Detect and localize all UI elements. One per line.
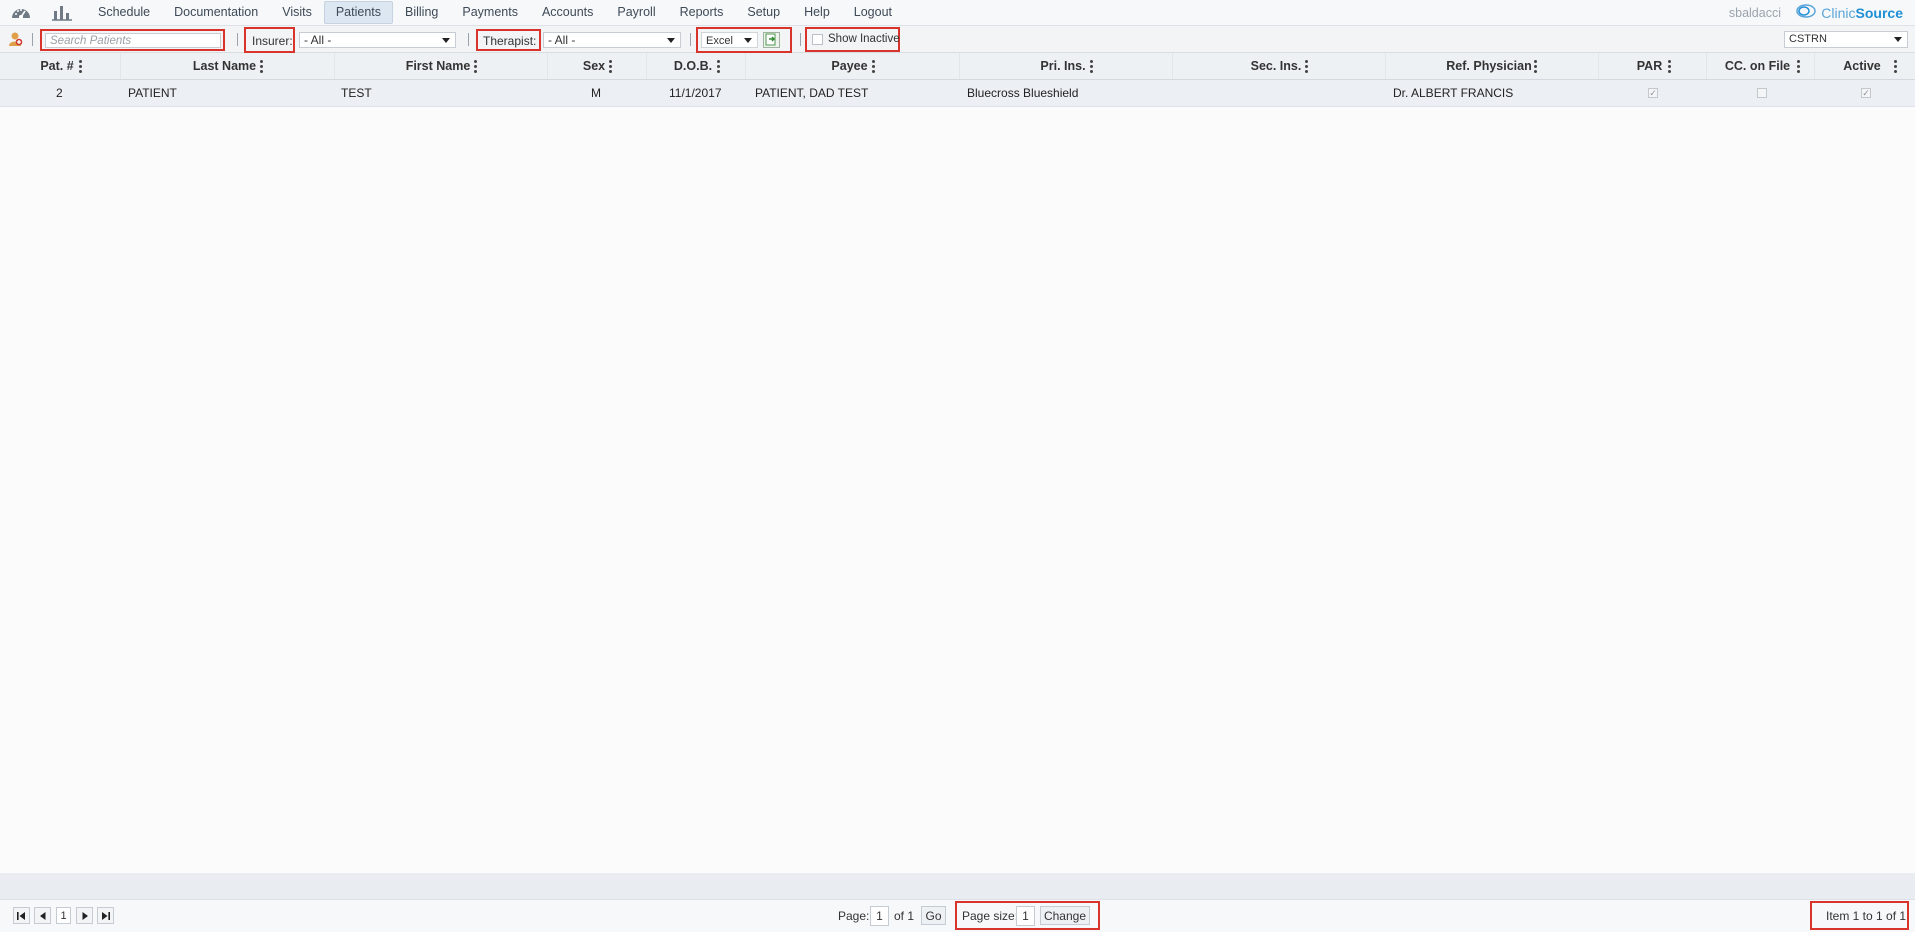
main-menu: Schedule Documentation Visits Patients B… xyxy=(86,0,904,25)
cell-first-name: TEST xyxy=(341,86,372,100)
cell-dob: 11/1/2017 xyxy=(669,86,722,100)
top-menu-bar: Schedule Documentation Visits Patients B… xyxy=(0,0,1915,26)
show-inactive-checkbox[interactable] xyxy=(812,34,823,45)
column-header-first-name[interactable]: First Name xyxy=(335,53,548,79)
bar-chart-icon[interactable] xyxy=(51,4,73,24)
highlight-insurer xyxy=(244,27,295,53)
column-header-sec-ins[interactable]: Sec. Ins. xyxy=(1173,53,1386,79)
column-header-pat-no[interactable]: Pat. # xyxy=(0,53,121,79)
menu-schedule[interactable]: Schedule xyxy=(86,1,162,24)
column-menu-icon[interactable] xyxy=(79,60,82,73)
therapist-select-value: - All - xyxy=(548,33,576,47)
cell-sex: M xyxy=(591,86,601,100)
cc-on-file-checkbox xyxy=(1757,88,1767,98)
brand-name-part1: Clinic xyxy=(1821,4,1856,21)
column-menu-icon[interactable] xyxy=(1668,60,1671,73)
show-inactive-label: Show Inactive xyxy=(828,33,900,45)
first-page-icon[interactable] xyxy=(13,907,30,924)
patients-toolbar: Insurer: - All - Therapist: - All - Exce… xyxy=(0,26,1915,53)
column-header-payee[interactable]: Payee xyxy=(746,53,960,79)
menu-billing[interactable]: Billing xyxy=(393,1,450,24)
toolbar-separator xyxy=(800,33,801,46)
column-menu-icon[interactable] xyxy=(1797,60,1800,73)
pager-bar: 1 Page: 1 of 1 Go Page size: 1 Change It… xyxy=(0,899,1915,932)
menu-help[interactable]: Help xyxy=(792,1,842,24)
therapist-select[interactable]: - All - xyxy=(543,32,681,48)
clinicsource-logo-icon xyxy=(1795,3,1817,22)
menu-logout[interactable]: Logout xyxy=(842,1,904,24)
change-page-size-button[interactable]: Change xyxy=(1040,906,1090,925)
page-input[interactable]: 1 xyxy=(870,906,889,926)
cell-ref-physician: Dr. ALBERT FRANCIS xyxy=(1393,86,1514,100)
cell-pri-ins: Bluecross Blueshield xyxy=(967,86,1079,100)
page-size-label: Page size: xyxy=(962,909,1019,923)
cell-pat-no: 2 xyxy=(56,86,63,100)
toolbar-separator xyxy=(32,33,33,46)
menu-accounts[interactable]: Accounts xyxy=(530,1,605,24)
item-range-info: Item 1 to 1 of 1 xyxy=(1826,909,1907,923)
menu-visits[interactable]: Visits xyxy=(270,1,324,24)
menu-setup[interactable]: Setup xyxy=(735,1,792,24)
column-menu-icon[interactable] xyxy=(609,60,612,73)
par-checkbox: ✓ xyxy=(1648,88,1658,98)
column-header-active[interactable]: Active xyxy=(1815,53,1915,79)
export-format-select[interactable]: Excel xyxy=(701,32,758,48)
chevron-down-icon xyxy=(744,38,752,43)
username: sbaldacci xyxy=(1728,6,1781,20)
chevron-down-icon xyxy=(1894,37,1902,42)
insurer-select-value: - All - xyxy=(304,33,332,47)
add-patient-icon[interactable] xyxy=(8,31,23,50)
column-header-par[interactable]: PAR xyxy=(1599,53,1707,79)
chevron-down-icon xyxy=(442,38,450,43)
column-header-dob[interactable]: D.O.B. xyxy=(647,53,746,79)
brand-name-part2: Source xyxy=(1855,4,1903,21)
menu-patients[interactable]: Patients xyxy=(323,1,394,24)
insurer-select[interactable]: - All - xyxy=(299,32,456,48)
go-button[interactable]: Go xyxy=(921,906,946,925)
page-count: of 1 xyxy=(894,909,915,923)
grid-footer-band xyxy=(0,873,1915,899)
export-excel-icon[interactable] xyxy=(763,32,780,51)
next-page-icon[interactable] xyxy=(76,907,93,924)
page-number-button[interactable]: 1 xyxy=(56,907,71,924)
highlight-therapist xyxy=(476,29,541,51)
location-select[interactable]: CSTRN xyxy=(1784,31,1908,48)
column-header-pri-ins[interactable]: Pri. Ins. xyxy=(960,53,1173,79)
column-menu-icon[interactable] xyxy=(1090,60,1093,73)
toolbar-separator xyxy=(237,33,238,46)
location-select-value: CSTRN xyxy=(1789,33,1827,45)
page-label: Page: xyxy=(838,909,870,923)
column-menu-icon[interactable] xyxy=(1534,60,1537,73)
menu-payroll[interactable]: Payroll xyxy=(605,1,667,24)
column-menu-icon[interactable] xyxy=(717,60,720,73)
patients-grid-header: Pat. # Last Name First Name Sex D.O.B. P… xyxy=(0,53,1915,80)
menu-reports[interactable]: Reports xyxy=(668,1,736,24)
column-menu-icon[interactable] xyxy=(474,60,477,73)
page-size-input[interactable]: 1 xyxy=(1016,906,1035,926)
menu-payments[interactable]: Payments xyxy=(450,1,530,24)
table-row[interactable]: 2 PATIENT TEST M 11/1/2017 PATIENT, DAD … xyxy=(0,80,1915,107)
column-menu-icon[interactable] xyxy=(1305,60,1308,73)
previous-page-icon[interactable] xyxy=(34,907,51,924)
chevron-down-icon xyxy=(667,38,675,43)
last-page-icon[interactable] xyxy=(97,907,114,924)
column-menu-icon[interactable] xyxy=(260,60,263,73)
column-menu-icon[interactable] xyxy=(1894,60,1897,73)
cell-last-name: PATIENT xyxy=(128,86,177,100)
active-checkbox: ✓ xyxy=(1861,88,1871,98)
column-header-ref-physician[interactable]: Ref. Physician xyxy=(1386,53,1599,79)
cell-payee: PATIENT, DAD TEST xyxy=(755,86,869,100)
menu-documentation[interactable]: Documentation xyxy=(162,1,270,24)
column-header-sex[interactable]: Sex xyxy=(548,53,647,79)
highlight-search xyxy=(40,29,225,51)
column-header-last-name[interactable]: Last Name xyxy=(121,53,335,79)
column-menu-icon[interactable] xyxy=(872,60,875,73)
brand-logo: Clinic Source xyxy=(1795,3,1903,22)
export-format-value: Excel xyxy=(706,35,733,47)
toolbar-separator xyxy=(468,33,469,46)
toolbar-separator xyxy=(690,33,691,46)
dashboard-gauge-icon[interactable] xyxy=(10,4,32,23)
